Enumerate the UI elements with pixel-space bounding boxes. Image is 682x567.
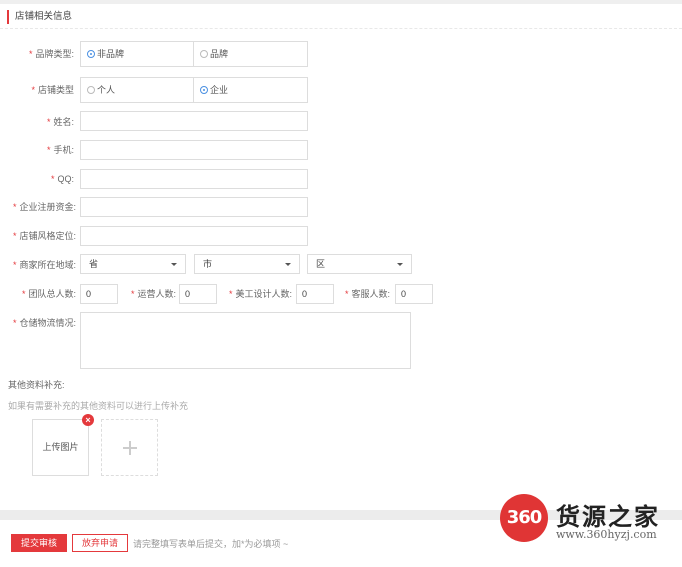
- phone-input[interactable]: [80, 140, 308, 160]
- required-star: *: [12, 318, 17, 328]
- required-star: *: [130, 289, 135, 299]
- name-label: * 姓名:: [10, 116, 74, 128]
- abandon-application-button[interactable]: 放弃申请: [72, 534, 128, 552]
- name-input[interactable]: [80, 111, 308, 131]
- chevron-down-icon: [171, 263, 177, 266]
- design-label: * 美工设计人数:: [222, 288, 292, 300]
- ops-label: * 运营人数:: [124, 288, 176, 300]
- logistics-textarea[interactable]: [80, 312, 411, 369]
- watermark-url: www.360hyzj.com: [556, 528, 657, 541]
- capital-label-text: 企业注册资金:: [19, 202, 76, 212]
- shop-type-option-personal[interactable]: 个人: [80, 77, 194, 103]
- required-star: *: [28, 49, 33, 59]
- service-input[interactable]: 0: [395, 284, 433, 304]
- uploaded-image-box[interactable]: 上传图片: [32, 419, 89, 476]
- ops-input[interactable]: 0: [179, 284, 217, 304]
- style-input[interactable]: [80, 226, 308, 246]
- supplement-hint: 如果有需要补充的其他资料可以进行上传补充: [8, 401, 189, 411]
- city-select[interactable]: 市: [194, 254, 300, 274]
- city-value: 市: [203, 259, 213, 269]
- style-label: * 店铺风格定位:: [4, 230, 76, 242]
- required-star: *: [46, 145, 51, 155]
- watermark-logo: 360: [500, 494, 548, 542]
- section-title: 店铺相关信息: [7, 10, 72, 24]
- close-icon[interactable]: ×: [82, 414, 94, 426]
- chevron-down-icon: [285, 263, 291, 266]
- plus-icon-stroke: [129, 441, 131, 455]
- radio-unchecked-icon: [200, 49, 208, 58]
- shop-type-option-enterprise[interactable]: 企业: [193, 77, 308, 103]
- style-label-text: 店铺风格定位:: [19, 231, 76, 241]
- option-label: 品牌: [210, 49, 229, 59]
- supplement-title: 其他资料补充:: [8, 380, 65, 390]
- footer-note: 请完整填写表单后提交，加*为必填项 ~: [133, 539, 289, 549]
- section-divider: [0, 28, 682, 29]
- required-star: *: [12, 231, 17, 241]
- qq-input[interactable]: [80, 169, 308, 189]
- design-label-text: 美工设计人数:: [235, 289, 292, 299]
- shop-type-label-text: 店铺类型: [37, 85, 74, 95]
- region-label-text: 商家所在地域:: [19, 260, 76, 270]
- qq-label-text: QQ:: [57, 174, 74, 184]
- option-label: 企业: [210, 85, 229, 95]
- watermark-title: 货源之家: [556, 502, 660, 531]
- brand-type-label-text: 品牌类型:: [35, 49, 74, 59]
- radio-checked-icon: [200, 85, 208, 94]
- required-star: *: [46, 117, 51, 127]
- logistics-label: * 仓储物流情况:: [4, 317, 76, 329]
- submit-review-button[interactable]: 提交审核: [11, 534, 67, 552]
- brand-type-option-brand[interactable]: 品牌: [193, 41, 308, 67]
- required-star: *: [50, 174, 55, 184]
- radio-checked-icon: [87, 49, 95, 58]
- chevron-down-icon: [397, 263, 403, 266]
- upload-image-label: 上传图片: [42, 442, 79, 452]
- required-star: *: [228, 289, 233, 299]
- province-select[interactable]: 省: [80, 254, 186, 274]
- province-value: 省: [89, 259, 99, 269]
- design-input[interactable]: 0: [296, 284, 334, 304]
- service-label-text: 客服人数:: [351, 289, 390, 299]
- qq-label: * QQ:: [10, 173, 74, 185]
- required-star: *: [12, 202, 17, 212]
- required-star: *: [12, 260, 17, 270]
- capital-label: * 企业注册资金:: [4, 201, 76, 213]
- district-select[interactable]: 区: [307, 254, 412, 274]
- district-value: 区: [316, 259, 326, 269]
- service-label: * 客服人数:: [338, 288, 390, 300]
- option-label: 个人: [97, 85, 116, 95]
- brand-type-option-nonbrand[interactable]: 非品牌: [80, 41, 194, 67]
- required-star: *: [21, 289, 26, 299]
- phone-label-text: 手机:: [53, 145, 74, 155]
- team-total-label: * 团队总人数:: [14, 288, 76, 300]
- team-total-input[interactable]: 0: [80, 284, 118, 304]
- capital-input[interactable]: [80, 197, 308, 217]
- required-star: *: [31, 85, 35, 95]
- option-label: 非品牌: [97, 49, 125, 59]
- radio-unchecked-icon: [87, 85, 95, 94]
- name-label-text: 姓名:: [53, 117, 74, 127]
- ops-label-text: 运营人数:: [137, 289, 176, 299]
- brand-type-label: * 品牌类型:: [10, 48, 74, 60]
- region-label: * 商家所在地域:: [2, 259, 76, 271]
- logistics-label-text: 仓储物流情况:: [19, 318, 76, 328]
- top-divider: [0, 0, 682, 4]
- shop-type-label: * 店铺类型: [10, 84, 74, 96]
- add-image-button[interactable]: [101, 419, 158, 476]
- team-total-label-text: 团队总人数:: [28, 289, 76, 299]
- required-star: *: [344, 289, 349, 299]
- phone-label: * 手机:: [10, 144, 74, 156]
